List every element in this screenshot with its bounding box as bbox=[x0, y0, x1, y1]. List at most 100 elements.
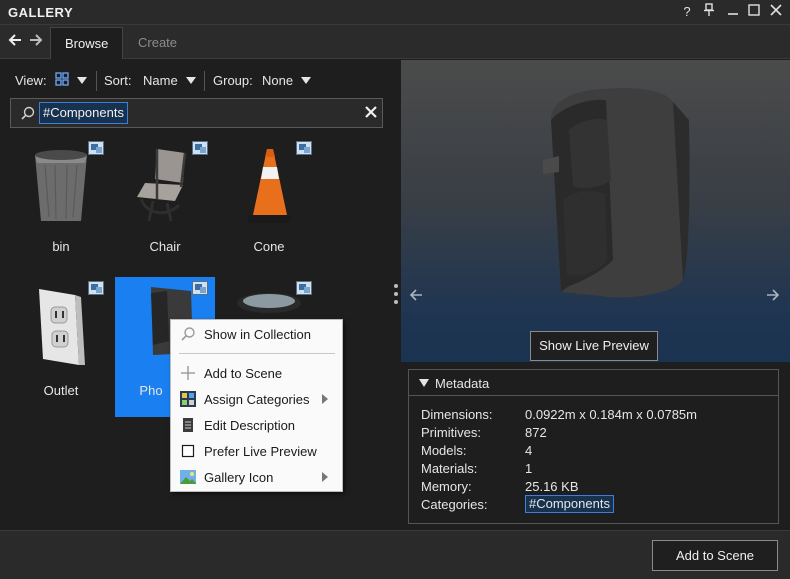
sort-dropdown-caret-icon[interactable] bbox=[186, 77, 196, 84]
phone-3d-preview bbox=[543, 88, 690, 298]
metadata-title: Metadata bbox=[435, 376, 490, 391]
tab-create[interactable]: Create bbox=[124, 27, 191, 59]
context-menu: Show in Collection Add to Scene Assign C… bbox=[170, 319, 343, 492]
clear-search-icon[interactable] bbox=[364, 105, 378, 122]
metadata-row-materials: Materials: 1 bbox=[421, 461, 771, 479]
document-icon bbox=[180, 417, 196, 433]
menu-item-label: Gallery Icon bbox=[204, 470, 274, 485]
group-dropdown-caret-icon[interactable] bbox=[301, 77, 311, 84]
add-to-scene-button[interactable]: Add to Scene bbox=[652, 540, 778, 571]
sort-value[interactable]: Name bbox=[143, 73, 178, 88]
panel-splitter[interactable] bbox=[391, 60, 401, 530]
grid-view-icon[interactable] bbox=[55, 72, 69, 89]
item-label: Outlet bbox=[43, 383, 79, 398]
view-toolbar: View: Sort: Name Group: None bbox=[0, 68, 391, 94]
metadata-key: Categories: bbox=[421, 497, 488, 512]
gallery-thumbnail-badge-icon bbox=[296, 281, 312, 295]
image-icon bbox=[180, 469, 196, 485]
metadata-row-primitives: Primitives: 872 bbox=[421, 425, 771, 443]
search-icon bbox=[180, 326, 196, 342]
toolbar-divider bbox=[204, 71, 205, 91]
search-input[interactable]: #Components bbox=[10, 98, 383, 128]
back-arrow-icon[interactable] bbox=[8, 33, 24, 49]
group-label: Group: bbox=[213, 73, 253, 88]
menu-item-label: Assign Categories bbox=[204, 392, 310, 407]
menu-item-prefer-live-preview[interactable]: Prefer Live Preview bbox=[171, 438, 342, 464]
gallery-thumbnail-badge-icon bbox=[296, 141, 312, 155]
gallery-thumbnail-badge-icon bbox=[192, 141, 208, 155]
group-value[interactable]: None bbox=[262, 73, 293, 88]
categories-icon bbox=[180, 391, 196, 407]
menu-item-label: Add to Scene bbox=[204, 366, 283, 381]
checkbox-icon[interactable] bbox=[180, 443, 196, 459]
bin-thumbnail bbox=[23, 143, 99, 227]
metadata-value: 872 bbox=[525, 425, 547, 440]
tab-browse[interactable]: Browse bbox=[50, 27, 123, 59]
footer-bar: Add to Scene bbox=[0, 530, 790, 579]
gallery-thumbnail-badge-icon bbox=[192, 281, 208, 295]
minimize-button[interactable] bbox=[724, 3, 742, 21]
metadata-panel: Metadata Dimensions: 0.0922m x 0.184m x … bbox=[408, 369, 779, 524]
metadata-key: Models: bbox=[421, 443, 467, 458]
item-label: Chair bbox=[149, 239, 181, 254]
window-title: GALLERY bbox=[8, 5, 74, 20]
splitter-grip-dot bbox=[394, 300, 398, 304]
menu-item-add-to-scene[interactable]: Add to Scene bbox=[171, 360, 342, 386]
metadata-key: Dimensions: bbox=[421, 407, 493, 422]
maximize-button[interactable] bbox=[745, 3, 763, 21]
help-button[interactable]: ? bbox=[678, 3, 696, 21]
menu-item-show-in-collection[interactable]: Show in Collection bbox=[171, 321, 342, 347]
metadata-value: 4 bbox=[525, 443, 533, 458]
metadata-value: 0.0922m x 0.184m x 0.0785m bbox=[525, 407, 697, 422]
category-tag-token[interactable]: #Components bbox=[525, 495, 614, 513]
gallery-item-chair[interactable]: Chair bbox=[115, 137, 215, 277]
menu-item-label: Edit Description bbox=[204, 418, 296, 433]
menu-item-label: Prefer Live Preview bbox=[204, 444, 317, 459]
plus-icon bbox=[180, 365, 196, 381]
item-label: bin bbox=[52, 239, 70, 254]
metadata-value: 1 bbox=[525, 461, 533, 476]
metadata-header[interactable]: Metadata bbox=[409, 370, 778, 396]
next-arrow-icon[interactable] bbox=[766, 288, 780, 305]
cone-thumbnail bbox=[231, 143, 307, 227]
menu-item-label: Show in Collection bbox=[204, 327, 311, 342]
submenu-arrow-icon bbox=[322, 472, 328, 482]
previous-arrow-icon[interactable] bbox=[409, 288, 423, 305]
show-live-preview-button[interactable]: Show Live Preview bbox=[530, 331, 658, 361]
tab-bar: Browse Create bbox=[0, 25, 790, 59]
metadata-key: Materials: bbox=[421, 461, 478, 476]
metadata-key: Memory: bbox=[421, 479, 472, 494]
splitter-grip-dot bbox=[394, 292, 398, 296]
gallery-thumbnail-badge-icon bbox=[88, 281, 104, 295]
collapse-triangle-icon[interactable] bbox=[419, 379, 429, 387]
metadata-row-categories: Categories: #Components bbox=[421, 495, 771, 515]
title-bar: GALLERY ? bbox=[0, 0, 790, 25]
metadata-row-dimensions: Dimensions: 0.0922m x 0.184m x 0.0785m bbox=[421, 407, 771, 425]
menu-item-assign-categories[interactable]: Assign Categories bbox=[171, 386, 342, 412]
outlet-thumbnail bbox=[23, 283, 99, 367]
menu-item-gallery-icon[interactable]: Gallery Icon bbox=[171, 464, 342, 490]
search-icon bbox=[21, 106, 35, 123]
item-label: Cone bbox=[253, 239, 285, 254]
splitter-grip-dot bbox=[394, 284, 398, 288]
metadata-key: Primitives: bbox=[421, 425, 481, 440]
menu-item-edit-description[interactable]: Edit Description bbox=[171, 412, 342, 438]
chair-thumbnail bbox=[127, 143, 203, 227]
view-label: View: bbox=[15, 73, 47, 88]
close-button[interactable] bbox=[767, 3, 785, 21]
pin-icon[interactable] bbox=[700, 3, 718, 21]
toolbar-divider bbox=[96, 71, 97, 91]
menu-separator bbox=[179, 353, 335, 354]
gallery-item-outlet[interactable]: Outlet bbox=[11, 277, 111, 417]
sort-label: Sort: bbox=[104, 73, 132, 88]
metadata-row-models: Models: 4 bbox=[421, 443, 771, 461]
metadata-value: 25.16 KB bbox=[525, 479, 579, 494]
gallery-item-bin[interactable]: bin bbox=[11, 137, 111, 277]
forward-arrow-icon[interactable] bbox=[29, 33, 45, 49]
view-dropdown-caret-icon[interactable] bbox=[77, 77, 87, 84]
submenu-arrow-icon bbox=[322, 394, 328, 404]
gallery-item-cone[interactable]: Cone bbox=[219, 137, 319, 277]
preview-viewport[interactable]: Show Live Preview bbox=[401, 60, 790, 362]
gallery-thumbnail-badge-icon bbox=[88, 141, 104, 155]
search-tag-token[interactable]: #Components bbox=[39, 102, 128, 124]
